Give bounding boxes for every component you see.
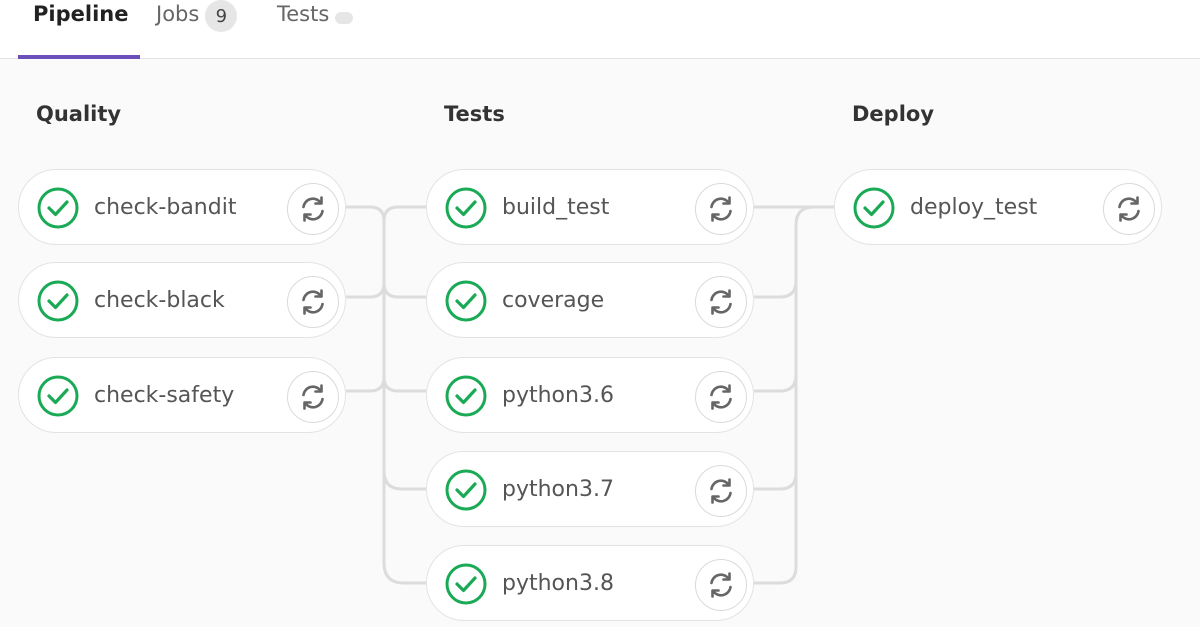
job-check-bandit[interactable]: check-bandit xyxy=(18,169,346,245)
job-name: coverage xyxy=(502,288,605,313)
check-circle-icon xyxy=(37,375,79,417)
check-circle-icon xyxy=(445,187,487,229)
job-python3-6[interactable]: python3.6 xyxy=(426,357,754,433)
job-name: python3.6 xyxy=(502,383,614,408)
job-name: check-bandit xyxy=(94,195,237,220)
retry-icon xyxy=(710,289,732,315)
retry-icon xyxy=(710,478,732,504)
check-circle-icon xyxy=(37,187,79,229)
retry-icon xyxy=(710,196,732,222)
retry-button[interactable] xyxy=(287,371,339,423)
retry-button[interactable] xyxy=(1103,183,1155,235)
retry-button[interactable] xyxy=(695,276,747,328)
check-circle-icon xyxy=(445,563,487,605)
job-name: build_test xyxy=(502,195,610,220)
retry-icon xyxy=(302,289,324,315)
retry-button[interactable] xyxy=(695,183,747,235)
retry-icon xyxy=(710,384,732,410)
job-build-test[interactable]: build_test xyxy=(426,169,754,245)
retry-button[interactable] xyxy=(287,276,339,328)
job-coverage[interactable]: coverage xyxy=(426,262,754,338)
check-circle-icon xyxy=(37,280,79,322)
job-name: python3.7 xyxy=(502,477,614,502)
retry-button[interactable] xyxy=(695,371,747,423)
check-circle-icon xyxy=(853,187,895,229)
retry-icon xyxy=(302,196,324,222)
retry-button[interactable] xyxy=(287,183,339,235)
retry-button[interactable] xyxy=(695,465,747,517)
job-deploy-test[interactable]: deploy_test xyxy=(834,169,1162,245)
check-circle-icon xyxy=(445,280,487,322)
retry-icon xyxy=(302,384,324,410)
job-python3-7[interactable]: python3.7 xyxy=(426,451,754,527)
job-check-black[interactable]: check-black xyxy=(18,262,346,338)
retry-button[interactable] xyxy=(695,559,747,611)
job-name: python3.8 xyxy=(502,571,614,596)
retry-icon xyxy=(710,572,732,598)
check-circle-icon xyxy=(445,469,487,511)
job-name: check-black xyxy=(94,288,225,313)
job-check-safety[interactable]: check-safety xyxy=(18,357,346,433)
job-name: deploy_test xyxy=(910,195,1038,220)
check-circle-icon xyxy=(445,375,487,417)
job-name: check-safety xyxy=(94,383,235,408)
job-python3-8[interactable]: python3.8 xyxy=(426,545,754,621)
retry-icon xyxy=(1118,196,1140,222)
